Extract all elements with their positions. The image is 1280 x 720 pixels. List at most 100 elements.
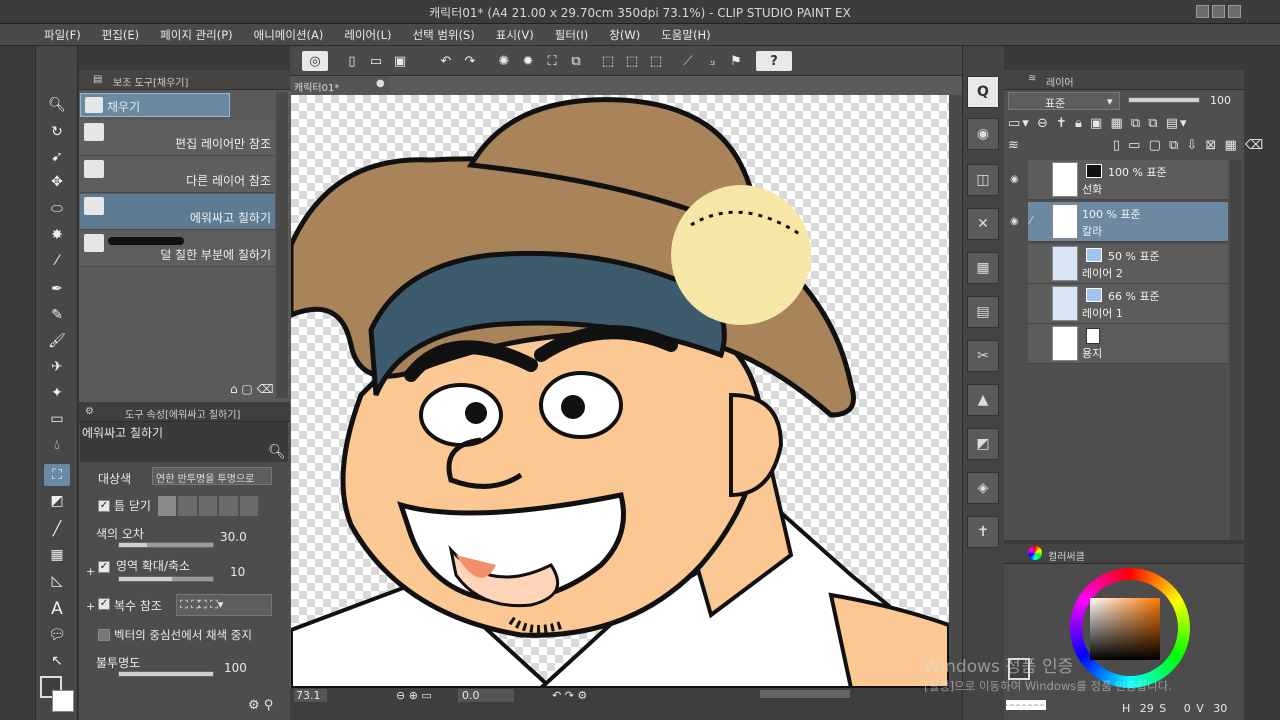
sub-view-icon[interactable]: ◫ bbox=[967, 164, 999, 196]
tolerance-value[interactable]: 30.0 bbox=[220, 530, 247, 544]
redo-icon[interactable]: ↷ bbox=[460, 51, 480, 71]
ruler-icon[interactable]: ◺ bbox=[44, 570, 70, 592]
decoration-icon[interactable]: ✦ bbox=[44, 382, 70, 404]
gap-level[interactable] bbox=[239, 496, 259, 516]
layer-row-lineart[interactable]: ◉ 100 % 표준 선화 bbox=[1010, 160, 1228, 200]
subtool-group-tab[interactable]: 채우기 bbox=[80, 93, 230, 117]
transform-icon[interactable]: ⧉ bbox=[566, 51, 586, 71]
subtool-item-unfilled[interactable]: 덜 칠한 부분에 칠하기 bbox=[80, 231, 275, 267]
layer-command-icons[interactable]: ≋ ▯ ▭ ▢ ⧉ ⇩ ⊠ ▦ ⌫ bbox=[1008, 138, 1265, 153]
frame-icon[interactable]: ▦ bbox=[44, 544, 70, 566]
drawing-canvas[interactable] bbox=[291, 95, 949, 688]
menu-animation[interactable]: 애니메이션(A) bbox=[254, 27, 324, 43]
expand-slider[interactable] bbox=[118, 576, 214, 582]
vector-stop-checkbox[interactable] bbox=[98, 629, 110, 641]
menu-selection[interactable]: 선택 범위(S) bbox=[413, 27, 475, 43]
tolerance-slider[interactable] bbox=[118, 542, 214, 548]
invert-select-icon[interactable]: ⬚ bbox=[622, 51, 642, 71]
airbrush-icon[interactable]: ✈︎ bbox=[44, 356, 70, 378]
layer-row-paper[interactable]: 용지 bbox=[1028, 324, 1228, 364]
image-material-icon[interactable]: ▲ bbox=[967, 384, 999, 416]
expand-toggle-icon[interactable]: + bbox=[86, 565, 95, 578]
selection-icon[interactable]: ⬭ bbox=[44, 198, 70, 220]
expand-checkbox[interactable]: ✓ bbox=[98, 561, 110, 573]
correct-line-icon[interactable]: ↖ bbox=[44, 650, 70, 672]
expand-value[interactable]: 10 bbox=[230, 565, 245, 579]
info-icon[interactable]: ✕ bbox=[967, 208, 999, 240]
auto-select-icon[interactable]: ✸ bbox=[44, 224, 70, 246]
canvas-vertical-scrollbar[interactable] bbox=[949, 95, 962, 688]
navigator-icon[interactable]: ◉ bbox=[967, 118, 999, 150]
snap-grid-icon[interactable]: ⚑ bbox=[726, 51, 746, 71]
zoom-value[interactable]: 73.1 bbox=[294, 689, 327, 702]
eye-icon[interactable]: ◉ bbox=[1010, 216, 1019, 227]
zoom-icon[interactable]: 🔍︎ bbox=[44, 94, 70, 116]
save-icon[interactable]: ▣ bbox=[390, 51, 410, 71]
text-icon[interactable]: A bbox=[44, 598, 70, 620]
blend-icon[interactable]: 💧︎ bbox=[44, 434, 70, 456]
subtool-item-enclose-fill[interactable]: 에워싸고 칠하기 bbox=[80, 194, 275, 230]
fill-selection-icon[interactable]: ⛶ bbox=[542, 51, 562, 71]
multi-ref-options[interactable]: ⛶ ⛶⛶ ⛶▾ bbox=[176, 594, 272, 616]
balloon-icon[interactable]: 💬︎ bbox=[44, 624, 70, 646]
clip-studio-icon[interactable]: ◎ bbox=[302, 51, 328, 71]
canvas-horizontal-scrollbar[interactable] bbox=[760, 690, 850, 698]
menu-window[interactable]: 창(W) bbox=[609, 27, 640, 43]
gap-close-levels[interactable] bbox=[158, 496, 259, 516]
rotate-controls-icon[interactable]: ↶ ↷ ⚙ bbox=[552, 689, 587, 702]
eraser-icon[interactable]: ▭ bbox=[44, 408, 70, 430]
layer-row-layer1[interactable]: 66 % 표준 레이어 1 bbox=[1028, 284, 1228, 324]
clear-outside-icon[interactable]: ✹ bbox=[518, 51, 538, 71]
gap-level[interactable] bbox=[158, 496, 177, 516]
color-tab-label[interactable]: 컬러써클 bbox=[1048, 548, 1085, 563]
subtool-scrollbar[interactable] bbox=[276, 92, 288, 398]
search-layer-icon[interactable]: ✂ bbox=[967, 340, 999, 372]
menu-page[interactable]: 페이지 관리(P) bbox=[160, 27, 232, 43]
color-saturation-square[interactable] bbox=[1090, 598, 1160, 660]
brush-material-icon[interactable]: ◩ bbox=[967, 428, 999, 460]
menu-layer[interactable]: 레이어(L) bbox=[344, 27, 391, 43]
maximize-button[interactable] bbox=[1212, 5, 1225, 18]
target-color-select[interactable]: 연한 반투명을 투명으로 bbox=[152, 467, 272, 485]
opacity-slider[interactable] bbox=[118, 671, 214, 677]
angle-value[interactable]: 0.0 bbox=[458, 689, 514, 702]
pen-icon[interactable]: ✒ bbox=[44, 278, 70, 300]
help-icon[interactable]: ? bbox=[756, 51, 792, 71]
gap-level[interactable] bbox=[219, 496, 238, 516]
layer-toolbar-icons[interactable]: ▭▾ ⊖ ✝ 🔒︎ ▣ ▦ ⧉ ⧉ ▤▾ bbox=[1008, 116, 1189, 131]
subtool-footer-icons[interactable]: ⌂ ▢ ⌫ bbox=[230, 382, 274, 396]
open-file-icon[interactable]: ▭ bbox=[366, 51, 386, 71]
search-icon[interactable]: 🔍︎ bbox=[268, 444, 286, 460]
layer-opacity-slider[interactable] bbox=[1128, 97, 1200, 103]
3d-material-icon[interactable]: ◈ bbox=[967, 472, 999, 504]
figure-icon[interactable]: ╱ bbox=[44, 518, 70, 540]
menu-view[interactable]: 표시(V) bbox=[496, 27, 534, 43]
transparent-color-swatch[interactable] bbox=[1006, 700, 1046, 710]
close-tab-icon[interactable]: ● bbox=[376, 78, 385, 89]
multi-ref-toggle-icon[interactable]: + bbox=[86, 600, 95, 613]
blend-mode-select[interactable]: 표준 ▾ bbox=[1008, 92, 1120, 110]
menu-edit[interactable]: 편집(E) bbox=[102, 27, 139, 43]
close-button[interactable] bbox=[1228, 5, 1241, 18]
eye-icon[interactable]: ◉ bbox=[1010, 174, 1019, 185]
subtool-item-other-layer[interactable]: 다른 레이어 참조 bbox=[80, 157, 275, 193]
multi-ref-checkbox[interactable]: ✓ bbox=[98, 598, 110, 610]
layer-tab-label[interactable]: 레이어 bbox=[1046, 74, 1074, 89]
operation-icon[interactable]: ➹ bbox=[44, 146, 70, 168]
pose-material-icon[interactable]: ✝ bbox=[967, 516, 999, 548]
clip-studio-launcher-icon[interactable]: Q bbox=[967, 76, 999, 108]
snap-ruler-icon[interactable]: ⟋ bbox=[678, 51, 698, 71]
gap-close-checkbox[interactable]: ✓ bbox=[98, 500, 110, 512]
new-file-icon[interactable]: ▯ bbox=[342, 51, 362, 71]
gap-level[interactable] bbox=[198, 496, 218, 516]
gap-level[interactable] bbox=[178, 496, 197, 516]
minimize-button[interactable] bbox=[1196, 5, 1209, 18]
subtool-item-edit-layer[interactable]: 편집 레이어만 참조 bbox=[80, 120, 275, 156]
clear-icon[interactable]: ✺ bbox=[494, 51, 514, 71]
undo-icon[interactable]: ↶ bbox=[436, 51, 456, 71]
layer-row-color[interactable]: ◉ ⁄ 100 % 표준 칼라 bbox=[1010, 202, 1228, 242]
document-tab[interactable]: 캐릭터01* ● bbox=[290, 76, 390, 94]
pencil-icon[interactable]: ✎ bbox=[44, 304, 70, 326]
gradient-icon[interactable]: ◩ bbox=[44, 490, 70, 512]
tone-icon[interactable]: ▦ bbox=[967, 252, 999, 284]
